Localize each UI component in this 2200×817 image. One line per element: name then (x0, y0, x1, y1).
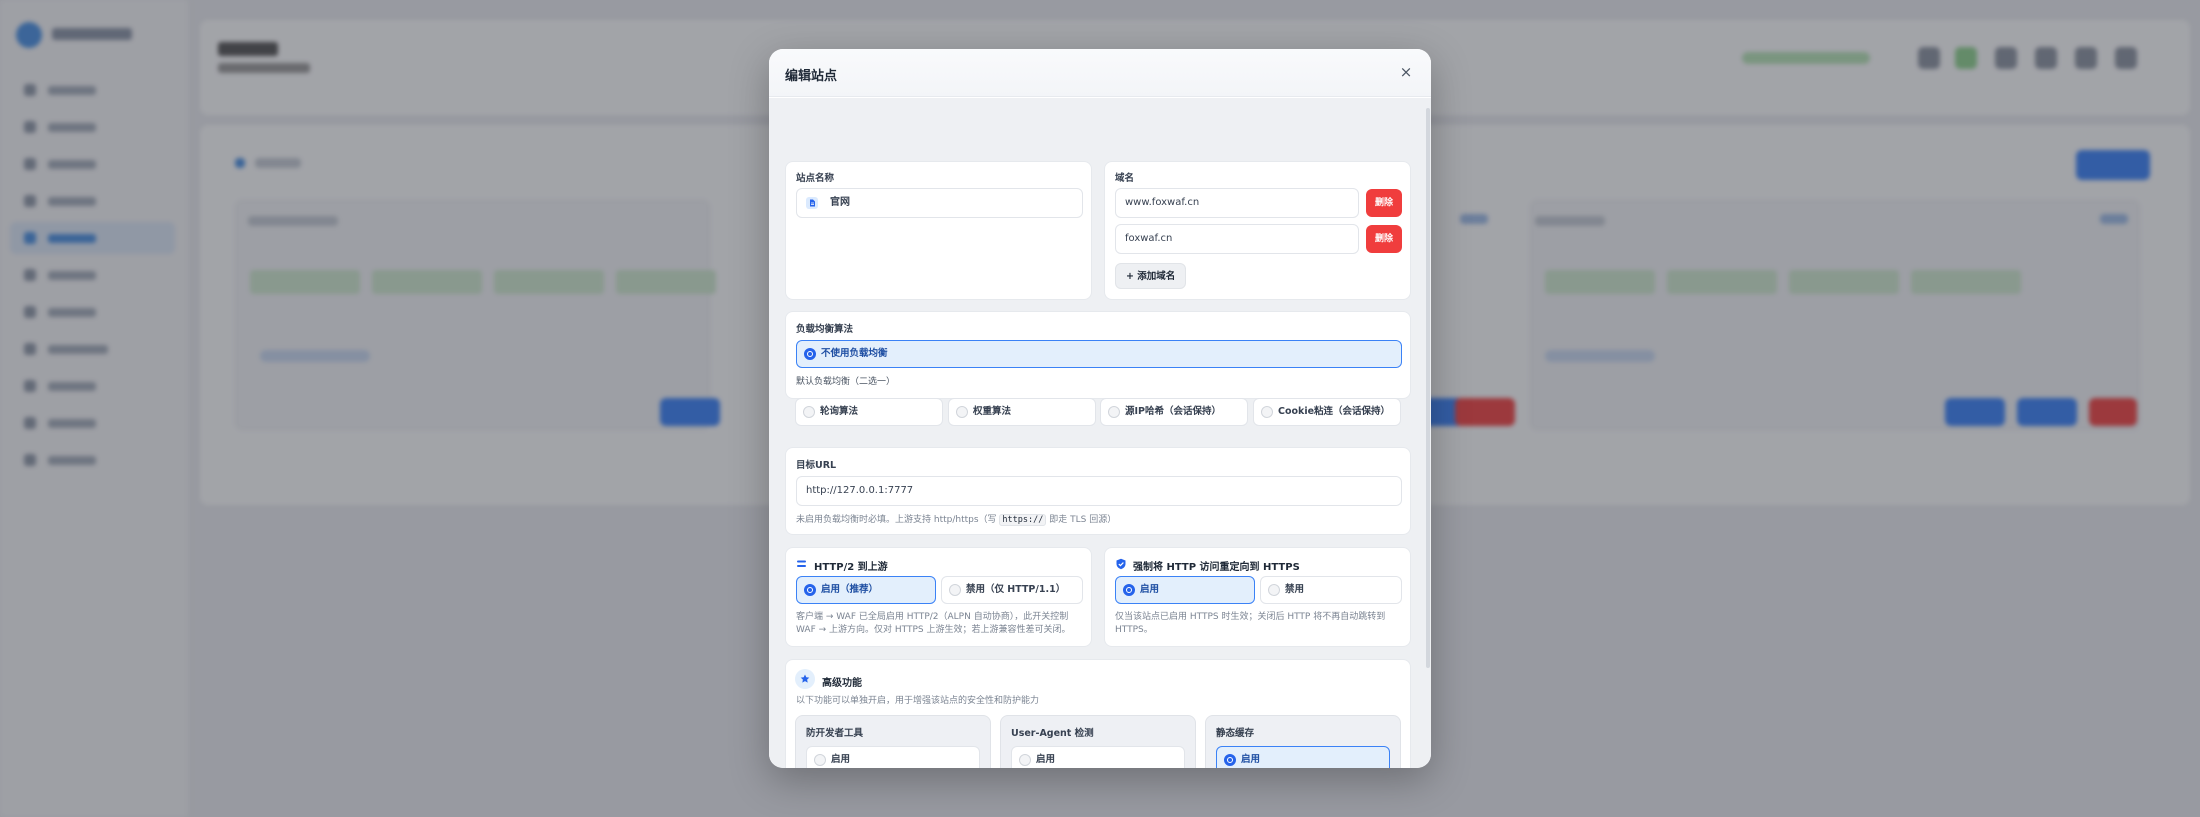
radio-icon (956, 406, 968, 418)
option-label: 启用（推荐） (821, 584, 879, 595)
radio-icon (814, 754, 826, 766)
help-text: 即走 TLS 回源） (1049, 515, 1117, 525)
lb-option-cookie[interactable]: Cookie粘连（会话保持） (1253, 398, 1401, 426)
https-redirect-card: 强制将 HTTP 访问重定向到 HTTPS 启用 禁用 仅当该站点已启用 HTT… (1104, 547, 1411, 647)
target-url-card: 目标URL http://127.0.0.1:7777 未启用负载均衡时必填。上… (785, 447, 1411, 535)
modal-scrollbar[interactable] (1425, 98, 1431, 718)
http2-title: HTTP/2 到上游 (814, 562, 888, 573)
option-label: 禁用 (1285, 584, 1305, 595)
domains-label: 域名 (1115, 173, 1135, 184)
target-url-label: 目标URL (796, 460, 837, 471)
feature-enable-option[interactable]: 启用 (1011, 746, 1185, 768)
option-label: Cookie粘连（会话保持） (1278, 406, 1391, 417)
feature-static-cache: 静态缓存 启用 禁用 (1205, 715, 1401, 768)
https-redirect-title: 强制将 HTTP 访问重定向到 HTTPS (1133, 562, 1300, 573)
feature-title: 静态缓存 (1216, 728, 1255, 739)
delete-domain-button[interactable]: 删除 (1366, 225, 1402, 253)
http2-card: HTTP/2 到上游 启用（推荐） 禁用（仅 HTTP/1.1） 客户端 → W… (785, 547, 1092, 647)
help-text: 未启用负载均衡时必填。上游支持 http/https（写 (796, 515, 997, 525)
default-load-balance-label: 默认负载均衡（二选一） (796, 377, 896, 387)
domain-input-1[interactable]: www.foxwaf.cn (1115, 188, 1359, 218)
domain-value: foxwaf.cn (1125, 233, 1173, 244)
http2-help: 客户端 → WAF 已全局启用 HTTP/2（ALPN 自动协商），此开关控制 … (796, 612, 1071, 635)
http2-disable-option[interactable]: 禁用（仅 HTTP/1.1） (941, 576, 1083, 604)
https-redirect-disable-option[interactable]: 禁用 (1260, 576, 1402, 604)
target-url-help: 未启用负载均衡时必填。上游支持 http/https（写 https:// 即走… (796, 514, 1116, 527)
feature-title: User-Agent 检测 (1011, 728, 1094, 739)
feature-user-agent: User-Agent 检测 启用 禁用 (1000, 715, 1196, 768)
https-redirect-enable-option[interactable]: 启用 (1115, 576, 1255, 604)
option-label: 启用 (1241, 754, 1261, 765)
radio-icon (1224, 754, 1236, 766)
domain-value: www.foxwaf.cn (1125, 197, 1200, 208)
radio-icon (1108, 406, 1120, 418)
load-balance-card: 负载均衡算法 不使用负载均衡 默认负载均衡（二选一） (785, 311, 1411, 399)
option-label: 源IP哈希（会话保持） (1125, 406, 1221, 417)
domains-card: 域名 www.foxwaf.cn 删除 foxwaf.cn 删除 + 添加域名 (1104, 161, 1411, 300)
option-label: 启用 (831, 754, 851, 765)
radio-icon (1261, 406, 1273, 418)
target-url-input[interactable]: http://127.0.0.1:7777 (796, 476, 1402, 506)
star-icon-wrap (795, 669, 815, 689)
site-name-input[interactable]: 官网 (796, 188, 1083, 218)
option-label: 轮询算法 (820, 406, 859, 417)
load-balance-label: 负载均衡算法 (796, 324, 854, 335)
radio-icon (804, 584, 816, 596)
feature-title: 防开发者工具 (806, 728, 864, 739)
option-label: 启用 (1036, 754, 1056, 765)
lb-option-round-robin[interactable]: 轮询算法 (795, 398, 943, 426)
site-name-value: 官网 (830, 197, 850, 208)
feature-anti-devtools: 防开发者工具 启用 禁用 (795, 715, 991, 768)
shield-check-icon (1116, 558, 1126, 570)
close-icon[interactable]: × (1397, 63, 1415, 81)
lb-option-weighted[interactable]: 权重算法 (948, 398, 1096, 426)
modal-header: 编辑站点 × (769, 49, 1431, 97)
edit-site-modal: 编辑站点 × 站点名称 官网 域名 www.foxwaf.cn 删除 foxwa… (769, 49, 1431, 768)
option-label: 不使用负载均衡 (821, 348, 888, 359)
document-icon (806, 197, 818, 209)
http2-enable-option[interactable]: 启用（推荐） (796, 576, 936, 604)
radio-icon (1268, 584, 1280, 596)
feature-enable-option[interactable]: 启用 (1216, 746, 1390, 768)
radio-icon (1123, 584, 1135, 596)
radio-icon (949, 584, 961, 596)
modal-title: 编辑站点 (785, 69, 838, 84)
help-code: https:// (999, 514, 1047, 526)
no-load-balance-option[interactable]: 不使用负载均衡 (796, 340, 1402, 368)
lb-option-ip-hash[interactable]: 源IP哈希（会话保持） (1100, 398, 1248, 426)
radio-icon (1019, 754, 1031, 766)
option-label: 禁用（仅 HTTP/1.1） (966, 584, 1066, 595)
site-name-label: 站点名称 (796, 173, 835, 184)
lines-icon (797, 560, 806, 567)
advanced-subtitle: 以下功能可以单独开启，用于增强该站点的安全性和防护能力 (796, 696, 1040, 706)
radio-icon (803, 406, 815, 418)
https-redirect-help: 仅当该站点已启用 HTTPS 时生效；关闭后 HTTP 将不再自动跳转到 HTT… (1115, 612, 1386, 635)
option-label: 启用 (1140, 584, 1160, 595)
domain-input-2[interactable]: foxwaf.cn (1115, 224, 1359, 254)
star-icon (800, 674, 810, 683)
target-url-value: http://127.0.0.1:7777 (806, 485, 914, 496)
radio-icon (804, 348, 816, 360)
option-label: 权重算法 (973, 406, 1012, 417)
advanced-title: 高级功能 (822, 678, 862, 689)
add-domain-button[interactable]: + 添加域名 (1115, 263, 1187, 289)
delete-domain-button[interactable]: 删除 (1366, 189, 1402, 217)
site-name-card: 站点名称 官网 (785, 161, 1092, 300)
feature-enable-option[interactable]: 启用 (806, 746, 980, 768)
modal-body[interactable]: 站点名称 官网 域名 www.foxwaf.cn 删除 foxwaf.cn 删除… (769, 98, 1431, 768)
